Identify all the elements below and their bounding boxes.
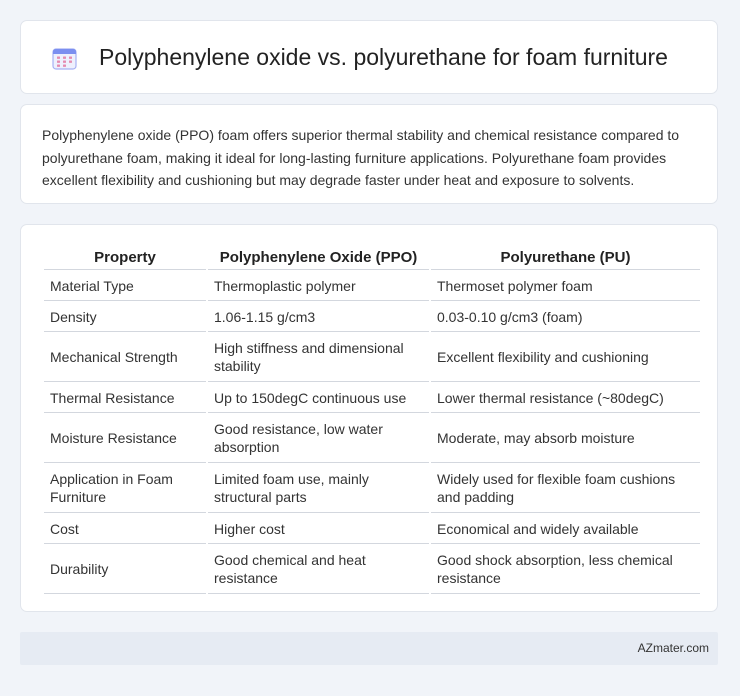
pu-cell: Thermoset polymer foam [431,270,700,301]
footer-site-name: AZmater.com [637,641,709,655]
table-row: Material Type Thermoplastic polymer Ther… [44,270,700,301]
property-cell: Durability [44,544,206,594]
table-row: Application in Foam Furniture Limited fo… [44,463,700,513]
ppo-cell: 1.06-1.15 g/cm3 [208,301,429,332]
property-cell: Thermal Resistance [44,382,206,413]
property-cell: Density [44,301,206,332]
ppo-cell: Good chemical and heat resistance [208,544,429,594]
table-row: Mechanical Strength High stiffness and d… [44,332,700,382]
calendar-icon [52,48,77,70]
property-cell: Moisture Resistance [44,413,206,463]
property-cell: Mechanical Strength [44,332,206,382]
table-row: Durability Good chemical and heat resist… [44,544,700,594]
title-card: Polyphenylene oxide vs. polyurethane for… [20,20,718,94]
ppo-cell: Good resistance, low water absorption [208,413,429,463]
ppo-cell: Thermoplastic polymer [208,270,429,301]
property-cell: Application in Foam Furniture [44,463,206,513]
pu-cell: Widely used for flexible foam cushions a… [431,463,700,513]
pu-cell: Lower thermal resistance (~80degC) [431,382,700,413]
table-row: Thermal Resistance Up to 150degC continu… [44,382,700,413]
column-header-property: Property [44,245,206,270]
footer-bar: AZmater.com [20,632,718,665]
intro-card: Polyphenylene oxide (PPO) foam offers su… [20,104,718,204]
pu-cell: 0.03-0.10 g/cm3 (foam) [431,301,700,332]
ppo-cell: Higher cost [208,513,429,544]
property-cell: Material Type [44,270,206,301]
column-header-pu: Polyurethane (PU) [431,245,700,270]
comparison-card: Property Polyphenylene Oxide (PPO) Polyu… [20,224,718,612]
property-cell: Cost [44,513,206,544]
column-header-ppo: Polyphenylene Oxide (PPO) [208,245,429,270]
comparison-table: Property Polyphenylene Oxide (PPO) Polyu… [42,245,702,594]
table-row: Density 1.06-1.15 g/cm3 0.03-0.10 g/cm3 … [44,301,700,332]
pu-cell: Economical and widely available [431,513,700,544]
pu-cell: Excellent flexibility and cushioning [431,332,700,382]
intro-paragraph: Polyphenylene oxide (PPO) foam offers su… [42,127,680,188]
ppo-cell: Limited foam use, mainly structural part… [208,463,429,513]
table-row: Cost Higher cost Economical and widely a… [44,513,700,544]
table-row: Moisture Resistance Good resistance, low… [44,413,700,463]
ppo-cell: Up to 150degC continuous use [208,382,429,413]
pu-cell: Moderate, may absorb moisture [431,413,700,463]
page-title: Polyphenylene oxide vs. polyurethane for… [99,44,668,70]
pu-cell: Good shock absorption, less chemical res… [431,544,700,594]
table-header-row: Property Polyphenylene Oxide (PPO) Polyu… [44,245,700,270]
ppo-cell: High stiffness and dimensional stability [208,332,429,382]
